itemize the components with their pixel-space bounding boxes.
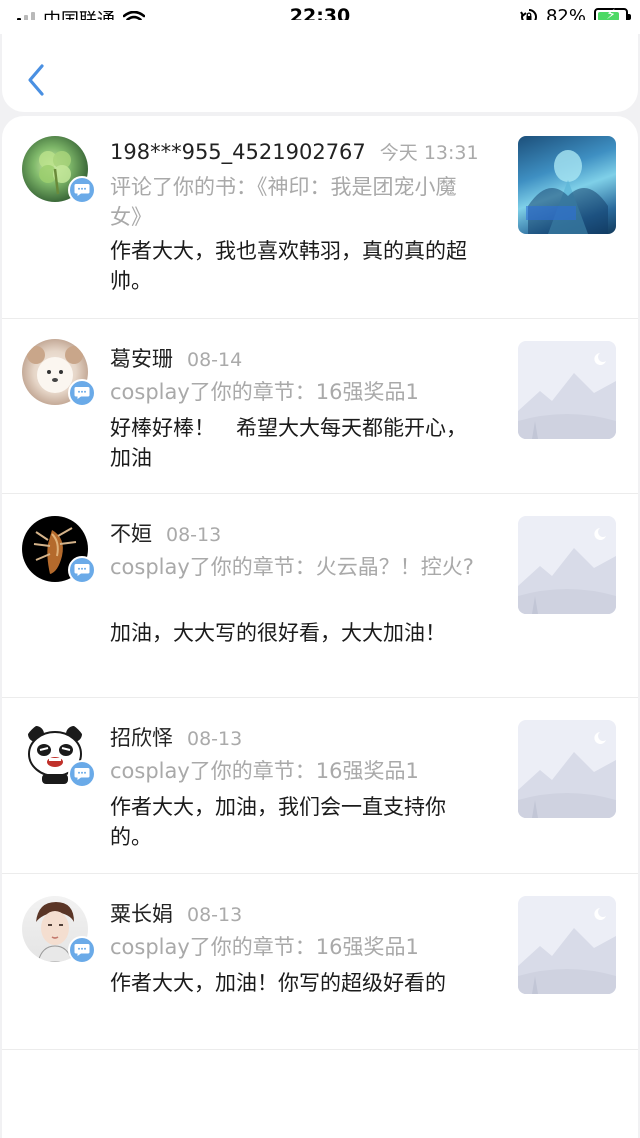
comment-badge-icon bbox=[68, 556, 96, 584]
comment-text: 作者大大，加油！你写的超级好看的 bbox=[110, 971, 446, 995]
comment-badge-icon bbox=[68, 379, 96, 407]
user-name[interactable]: 葛安珊 bbox=[110, 347, 173, 371]
user-name[interactable]: 招欣怿 bbox=[110, 726, 173, 750]
placeholder-image[interactable] bbox=[518, 516, 616, 614]
timestamp: 08-14 bbox=[187, 349, 243, 371]
user-name-line: 葛安珊 08-14 bbox=[110, 343, 242, 373]
book-cover-image[interactable] bbox=[518, 136, 616, 234]
placeholder-image[interactable] bbox=[518, 341, 616, 439]
comment-text: 作者大大，我也喜欢韩羽，真的真的超帅。 bbox=[110, 239, 467, 293]
user-name-line: 招欣怿 08-13 bbox=[110, 722, 242, 752]
placeholder-image[interactable] bbox=[518, 896, 616, 994]
action-text: cosplay了你的章节：16强奖品1 bbox=[110, 759, 419, 783]
user-name-line: 不姮 08-13 bbox=[110, 518, 221, 548]
notification-list: 198***955_4521902767 今天 13:31 评论了你的书：《神印：… bbox=[2, 116, 638, 1138]
user-name[interactable]: 不姮 bbox=[110, 522, 152, 546]
navigation-header bbox=[2, 20, 638, 112]
user-name-line: 粟长娟 08-13 bbox=[110, 898, 242, 928]
list-item[interactable]: 葛安珊 08-14 cosplay了你的章节：16强奖品1 好棒好棒！ 希望大大每… bbox=[2, 319, 638, 494]
user-name[interactable]: 198***955_4521902767 bbox=[110, 140, 366, 164]
comment-text: 好棒好棒！ 希望大大每天都能开心，加油 bbox=[110, 416, 467, 470]
comment-badge-icon bbox=[68, 936, 96, 964]
list-item[interactable]: 粟长娟 08-13 cosplay了你的章节：16强奖品1 作者大大，加油！你写的… bbox=[2, 874, 638, 1050]
placeholder-image[interactable] bbox=[518, 720, 616, 818]
user-name-line: 198***955_4521902767 今天 13:31 bbox=[110, 138, 479, 165]
list-item[interactable]: 招欣怿 08-13 cosplay了你的章节：16强奖品1 作者大大，加油，我们会… bbox=[2, 698, 638, 874]
comment-text: 加油，大大写的很好看，大大加油！ bbox=[110, 621, 446, 645]
chevron-left-icon bbox=[28, 64, 44, 96]
list-item[interactable]: 198***955_4521902767 今天 13:31 评论了你的书：《神印：… bbox=[2, 116, 638, 319]
user-name[interactable]: 粟长娟 bbox=[110, 902, 173, 926]
timestamp: 今天 13:31 bbox=[379, 142, 479, 164]
timestamp: 08-13 bbox=[187, 904, 243, 926]
timestamp: 08-13 bbox=[187, 728, 243, 750]
action-text: cosplay了你的章节：16强奖品1 bbox=[110, 380, 419, 404]
comment-text: 作者大大，加油，我们会一直支持你的。 bbox=[110, 795, 446, 849]
comment-badge-icon bbox=[68, 176, 96, 204]
action-text: cosplay了你的章节：火云晶？！控火? bbox=[110, 555, 474, 579]
timestamp: 08-13 bbox=[166, 524, 222, 546]
list-item[interactable]: 不姮 08-13 cosplay了你的章节：火云晶？！控火? 加油，大大写的很好看… bbox=[2, 494, 638, 698]
comment-badge-icon bbox=[68, 760, 96, 788]
back-button[interactable] bbox=[20, 58, 54, 102]
action-text: 评论了你的书：《神印：我是团宠小魔女》 bbox=[110, 175, 457, 229]
action-text: cosplay了你的章节：16强奖品1 bbox=[110, 935, 419, 959]
